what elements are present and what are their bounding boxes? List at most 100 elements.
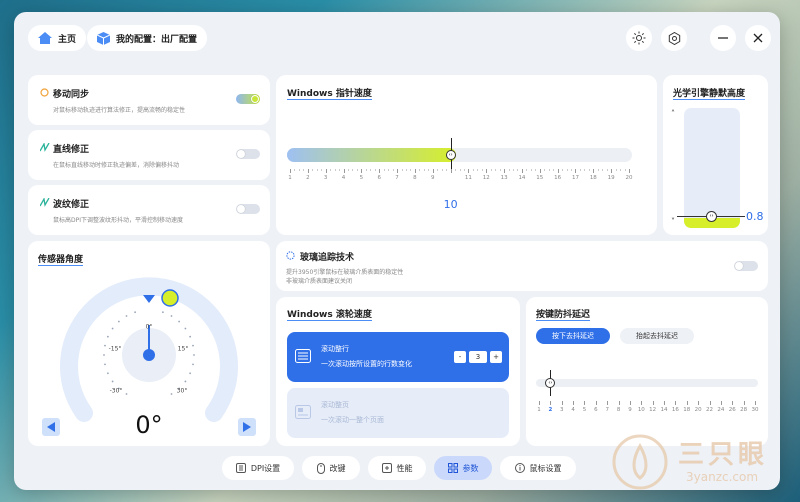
pointer-speed-minor-tick <box>401 169 403 171</box>
debounce-tick-mark <box>573 401 575 405</box>
debounce-tick-mark <box>720 401 722 405</box>
pointer-speed-tick-mark <box>468 169 470 173</box>
pointer-speed-minor-tick <box>472 169 474 171</box>
debounce-tick-label: 4 <box>571 407 575 413</box>
debounce-tick-mark <box>539 401 540 405</box>
angle-label-0: 0° <box>145 323 153 331</box>
pointer-speed-tick-label: 3 <box>323 175 328 181</box>
debounce-tick-label: 10 <box>637 407 645 413</box>
pointer-speed-tick-mark <box>521 169 523 173</box>
settings-button[interactable] <box>661 25 687 51</box>
pointer-speed-minor-tick <box>383 169 385 171</box>
pointer-speed-minor-tick <box>584 169 586 171</box>
scroll-line-option[interactable]: 滚动整行 一次滚动按所设置的行数变化 - 3 + <box>287 332 509 382</box>
chevron-up-icon[interactable]: ˄ <box>671 109 675 118</box>
pointer-speed-tick-label: 4 <box>341 175 346 181</box>
chevron-down-icon[interactable]: ˅ <box>671 217 675 226</box>
lod-handle[interactable]: ‹› <box>706 211 717 222</box>
ripple-card: 波纹修正 鼠标高DPI下调整波纹形抖动，平滑控制移动速度 <box>28 185 270 235</box>
zigzag-icon <box>40 143 50 152</box>
pointer-speed-track[interactable]: ‹› <box>287 138 632 172</box>
scroll-lines-input[interactable]: 3 <box>469 351 487 363</box>
motion-sync-card: 移动同步 对鼠标移动轨迹进行算法修正，提高流畅的稳定性 <box>28 75 270 125</box>
tab-dpi[interactable]: DPI设置 <box>222 456 294 480</box>
debounce-tick-label: 3 <box>559 407 564 413</box>
mouse-icon <box>316 462 325 474</box>
pointer-speed-minor-tick <box>365 169 367 171</box>
debounce-tick-label: 1 <box>537 407 541 413</box>
pointer-speed-minor-tick <box>513 169 515 171</box>
pointer-speed-handle[interactable]: ‹› <box>445 150 456 160</box>
pointer-speed-tick-label: 2 <box>306 175 310 181</box>
pointer-speed-tick-label: 13 <box>500 175 508 181</box>
pointer-speed-tick-label: 19 <box>607 175 615 181</box>
angle-tick-dot <box>162 311 164 314</box>
pointer-speed-tick-label: 1 <box>288 175 292 181</box>
debounce-tick-label: 28 <box>740 407 748 413</box>
ripple-toggle[interactable] <box>236 204 260 214</box>
pointer-speed-minor-tick <box>490 169 492 171</box>
grid-icon <box>447 463 458 473</box>
pointer-speed-minor-tick <box>321 169 323 171</box>
watermark-logo-icon <box>612 434 668 490</box>
angle-tick-dot <box>170 393 173 395</box>
tab-params[interactable]: 参数 <box>434 456 492 480</box>
tab-release-debounce[interactable]: 抬起去抖延迟 <box>620 328 694 344</box>
tab-keymap[interactable]: 改键 <box>302 456 360 480</box>
tab-mouse-settings-label: 鼠标设置 <box>529 463 562 473</box>
pointer-speed-minor-tick <box>615 169 617 171</box>
pointer-speed-minor-tick <box>405 169 407 171</box>
pointer-speed-tick-mark <box>629 169 630 173</box>
pointer-speed-minor-tick <box>526 169 528 171</box>
pointer-speed-tick-label: 8 <box>413 175 417 181</box>
angle-tick-dot <box>184 380 187 383</box>
scroll-lines-plus-button[interactable]: + <box>490 351 502 363</box>
angle-snap-card: 直线修正 在鼠标直线移动时修正轨迹偏差，消除偏移抖动 <box>28 130 270 180</box>
debounce-tick-label: 5 <box>582 407 587 413</box>
debounce-tick-label: 6 <box>594 407 598 413</box>
glass-tracking-toggle[interactable] <box>734 261 758 271</box>
pointer-speed-tick-mark <box>593 169 595 173</box>
lod-track[interactable] <box>684 108 740 228</box>
scroll-page-option[interactable]: 滚动整页 一次滚动一整个页面 <box>287 388 509 438</box>
angle-tick-dot <box>170 315 173 317</box>
angle-handle[interactable] <box>161 289 179 307</box>
brightness-button[interactable] <box>626 25 652 51</box>
pointer-speed-minor-tick <box>562 169 564 171</box>
debounce-handle[interactable]: ‹› <box>545 378 556 388</box>
motion-sync-toggle[interactable] <box>236 94 260 104</box>
lod-card: 光学引擎静默高度 ˄ ˅ ‹› 0.8 <box>663 75 768 235</box>
angle-label-neg15: -15° <box>108 345 122 353</box>
pointer-speed-minor-tick <box>477 169 479 171</box>
performance-icon <box>381 463 392 473</box>
debounce-tick-label: 22 <box>706 407 714 413</box>
debounce-tick-mark <box>561 401 563 405</box>
pointer-speed-title: Windows 指针速度 <box>287 86 372 100</box>
scroll-line-desc: 一次滚动按所设置的行数变化 <box>321 360 412 368</box>
pointer-speed-ticks: 1 2 3 4 5 6 7 8 9 11 12 13 14 15 16 17 18 19 20 <box>287 169 633 189</box>
angle-label-neg30: -30° <box>109 387 123 395</box>
config-selector[interactable]: 我的配置：出厂配置 <box>87 25 208 51</box>
debounce-tick-label: 20 <box>694 407 702 413</box>
angle-value: 0° <box>135 411 163 439</box>
pointer-speed-minor-tick <box>441 169 443 171</box>
pointer-speed-tick-label: 16 <box>554 175 562 181</box>
pointer-speed-tick-mark <box>414 169 416 173</box>
tab-press-debounce[interactable]: 按下去抖延迟 <box>536 328 610 344</box>
minimize-button[interactable] <box>710 25 736 51</box>
close-button[interactable] <box>745 25 771 51</box>
pointer-speed-minor-tick <box>392 169 394 171</box>
angle-snap-toggle[interactable] <box>236 149 260 159</box>
angle-pointer-hub <box>143 349 155 361</box>
scroll-lines-minus-button[interactable]: - <box>454 351 466 363</box>
debounce-tick-label: 9 <box>628 407 632 413</box>
glass-tracking-desc2: 非玻璃介质表面建议关闭 <box>286 278 353 285</box>
debounce-track[interactable]: ‹› <box>536 370 758 396</box>
debounce-tick-label: 30 <box>751 407 759 413</box>
pointer-speed-minor-tick <box>530 169 532 171</box>
tab-performance[interactable]: 性能 <box>368 456 426 480</box>
home-button[interactable]: 主页 <box>28 25 87 51</box>
home-icon <box>38 32 52 44</box>
debounce-tick-mark <box>584 401 586 405</box>
tab-mouse-settings[interactable]: 鼠标设置 <box>500 456 576 480</box>
